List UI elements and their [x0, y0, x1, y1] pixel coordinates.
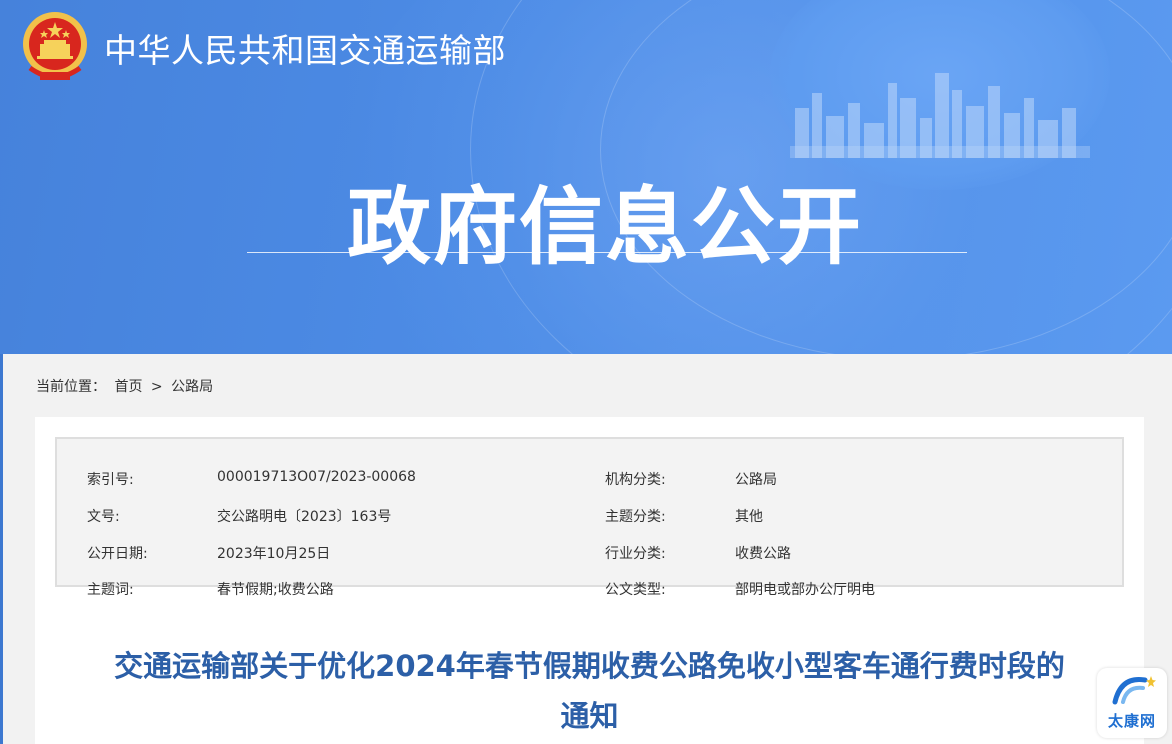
breadcrumb-separator: >	[150, 379, 163, 395]
breadcrumb-label: 当前位置：	[36, 379, 106, 395]
keywords-value: 春节假期;收费公路	[217, 582, 334, 598]
document-type-value: 部明电或部办公厅明电	[735, 582, 875, 598]
city-skyline-graphic	[790, 73, 1090, 158]
document-number-label: 文号:	[87, 509, 120, 525]
organization-category-value: 公路局	[735, 472, 777, 488]
document-number-value: 交公路明电〔2023〕163号	[217, 509, 392, 525]
topic-category-value: 其他	[735, 509, 763, 525]
industry-category-value: 收费公路	[735, 546, 791, 562]
index-number-label: 索引号:	[87, 472, 134, 488]
document-metadata-table: 索引号: 000019713O07/2023-00068 机构分类: 公路局 文…	[55, 437, 1124, 598]
site-watermark-logo: 太康网	[1097, 668, 1167, 738]
document-title-line: 通知	[560, 699, 619, 733]
publish-date-value: 2023年10月25日	[217, 546, 331, 562]
header-banner: 中华人民共和国交通运输部 政府信息公开	[0, 0, 1172, 354]
site-title[interactable]: 中华人民共和国交通运输部	[104, 24, 506, 72]
keywords-label: 主题词:	[87, 582, 134, 598]
breadcrumb-home-link[interactable]: 首页	[114, 379, 142, 395]
hero-underline	[247, 252, 967, 253]
industry-category-label: 行业分类:	[605, 546, 666, 562]
watermark-text: 太康网	[1107, 712, 1156, 730]
national-emblem-icon[interactable]	[20, 10, 90, 84]
breadcrumb-highway-bureau-link[interactable]: 公路局	[171, 379, 213, 395]
article-panel: 索引号: 000019713O07/2023-00068 机构分类: 公路局 文…	[35, 417, 1144, 744]
index-number-value: 000019713O07/2023-00068	[217, 469, 416, 485]
metadata-row: 索引号: 000019713O07/2023-00068 机构分类: 公路局	[57, 469, 1122, 489]
breadcrumb: 当前位置： 首页 > 公路局	[36, 376, 217, 396]
watermark-swoosh-icon	[1112, 676, 1156, 705]
document-title-line: 交通运输部关于优化2024年春节假期收费公路免收小型客车通行费时段的	[114, 649, 1065, 683]
metadata-row: 公开日期: 2023年10月25日 行业分类: 收费公路	[57, 543, 1122, 563]
metadata-row: 文号: 交公路明电〔2023〕163号 主题分类: 其他	[57, 506, 1122, 526]
organization-category-label: 机构分类:	[605, 472, 666, 488]
hero-title: 政府信息公开	[346, 178, 863, 276]
left-accent-bar	[0, 354, 3, 744]
document-title: 交通运输部关于优化2024年春节假期收费公路免收小型客车通行费时段的 通知	[55, 641, 1124, 741]
publish-date-label: 公开日期:	[87, 546, 148, 562]
metadata-row: 主题词: 春节假期;收费公路 公文类型: 部明电或部办公厅明电	[57, 579, 1122, 599]
document-type-label: 公文类型:	[605, 582, 666, 598]
topic-category-label: 主题分类:	[605, 509, 666, 525]
